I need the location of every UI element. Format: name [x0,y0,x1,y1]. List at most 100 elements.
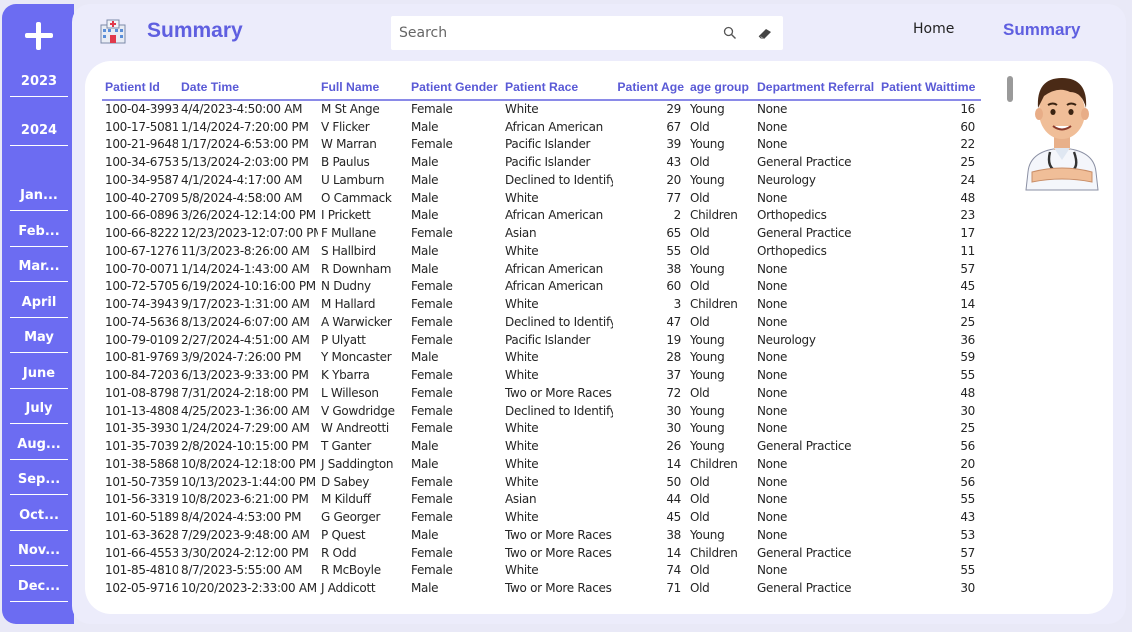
month-filter-sep[interactable]: Sep... [10,472,68,495]
table-row[interactable]: 102-05-9716 10/20/2023-2:33:00 AM J Addico… [102,579,981,597]
table-row[interactable]: 100-34-9587 4/1/2024-4:17:00 AM U Lamburn M… [102,171,981,189]
table-cell: 10/13/2023-1:44:00 PM [181,474,316,489]
table-cell: P Quest [321,527,366,542]
table-row[interactable]: 100-74-5636 8/13/2024-6:07:00 AM A Warwick… [102,313,981,331]
table-cell: General Practice [757,226,852,241]
table-row[interactable]: 101-38-5868 10/8/2024-12:18:00 PM J Saddin… [102,455,981,473]
month-filter-jan[interactable]: Jan... [10,188,68,211]
table-row[interactable]: 100-66-8222 12/23/2023-12:07:00 PM F Mulla… [102,224,981,242]
table-row[interactable]: 101-66-4553 3/30/2024-2:12:00 PM R Odd Fema… [102,544,981,562]
patient-table-container: Patient Id Date Time Full Name Patient G… [102,74,984,597]
table-cell: S Hallbird [321,243,376,258]
table-row[interactable]: 100-70-0071 1/14/2024-1:43:00 AM R Downham… [102,260,981,278]
month-filter-feb[interactable]: Feb... [10,224,68,247]
table-cell: 101-60-5189 [105,510,178,525]
table-row[interactable]: 100-04-3993 4/4/2023-4:50:00 AM M St Ange F… [102,100,981,118]
table-cell: Male [411,155,439,170]
table-row[interactable]: 100-79-0109 2/27/2024-4:51:00 AM P Ulyatt F… [102,331,981,349]
month-filter-may[interactable]: May [10,330,68,353]
table-row[interactable]: 100-17-5081 1/14/2024-7:20:00 PM V Flicker… [102,118,981,136]
month-filter-mar[interactable]: Mar... [10,259,68,282]
table-cell: Male [411,527,439,542]
column-header-age-group[interactable]: age group [687,74,754,101]
table-row[interactable]: 101-60-5189 8/4/2024-4:53:00 PM G Georger F… [102,508,981,526]
table-cell: African American [505,279,603,294]
column-header-date-time[interactable]: Date Time [178,74,318,101]
table-cell: Female [411,314,453,329]
table-row[interactable]: 100-84-7203 6/13/2023-9:33:00 PM K Ybarra F… [102,366,981,384]
table-cell: 22 [960,137,975,152]
table-row[interactable]: 100-34-6753 5/13/2024-2:03:00 PM B Paulus M… [102,153,981,171]
month-filter-june[interactable]: June [10,366,68,389]
year-filter-2024[interactable]: 2024 [10,123,68,146]
table-row[interactable]: 101-08-8798 7/31/2024-2:18:00 PM L Willeso… [102,384,981,402]
column-header-patient-age[interactable]: Patient Age [613,74,687,101]
column-header-patient-waittime[interactable]: Patient Waittime [878,74,981,101]
table-row[interactable]: 101-63-3628 7/29/2023-9:48:00 AM P Quest Ma… [102,526,981,544]
table-cell: Female [411,137,453,152]
table-cell: Male [411,581,439,596]
table-cell: 30 [960,581,975,596]
table-cell: D Sabey [321,474,370,489]
table-cell: Male [411,261,439,276]
table-row[interactable]: 101-13-4808 4/25/2023-1:36:00 AM V Gowdrid… [102,402,981,420]
column-header-department-referral[interactable]: Department Referral [754,74,878,101]
table-cell: None [757,297,788,312]
eraser-icon[interactable] [757,26,773,40]
search-icon[interactable] [723,26,737,40]
month-filter-april[interactable]: April [10,295,68,318]
table-cell: 101-85-4810 [105,563,178,578]
plus-icon[interactable] [23,20,55,52]
table-cell: 1/17/2024-6:53:00 PM [181,137,309,152]
column-header-patient-race[interactable]: Patient Race [502,74,613,101]
scrollbar-thumb[interactable] [1007,76,1013,102]
month-filter-july[interactable]: July [10,401,68,424]
table-cell: 100-79-0109 [105,332,178,347]
column-header-patient-gender[interactable]: Patient Gender [408,74,502,101]
nav-summary[interactable]: Summary [1003,20,1080,40]
table-cell: Female [411,563,453,578]
table-cell: R Downham [321,261,392,276]
table-cell: 23 [960,208,975,223]
page-title: Summary [147,19,243,42]
table-row[interactable]: 100-40-2709 5/8/2024-4:58:00 AM O Cammack M… [102,189,981,207]
table-cell: 45 [666,510,681,525]
table-row[interactable]: 101-85-4810 8/7/2023-5:55:00 AM R McBoyle F… [102,562,981,580]
table-cell: Children [690,456,738,471]
table-row[interactable]: 101-35-3930 1/24/2024-7:29:00 AM W Andreot… [102,420,981,438]
table-cell: None [757,510,788,525]
table-cell: White [505,421,539,436]
table-cell: F Mullane [321,226,376,241]
table-cell: Female [411,474,453,489]
month-filter-dec[interactable]: Dec... [10,579,68,602]
table-cell: Female [411,421,453,436]
table-header-row: Patient Id Date Time Full Name Patient G… [102,74,981,101]
nav-home[interactable]: Home [913,21,954,37]
table-cell: Young [690,261,725,276]
table-cell: 57 [960,261,975,276]
table-cell: 5/13/2024-2:03:00 PM [181,155,309,170]
month-filter-nov[interactable]: Nov... [10,543,68,566]
month-filter-oct[interactable]: Oct... [10,508,68,531]
search-input[interactable] [391,16,711,50]
table-row[interactable]: 100-21-9648 1/17/2024-6:53:00 PM W Marran F… [102,136,981,154]
column-header-patient-id[interactable]: Patient Id [102,74,178,101]
table-row[interactable]: 101-35-7039 2/8/2024-10:15:00 PM T Ganter M… [102,437,981,455]
table-cell: 30 [960,403,975,418]
year-filter-2023[interactable]: 2023 [10,74,68,97]
table-row[interactable]: 100-66-0896 3/26/2024-12:14:00 PM I Pricke… [102,207,981,225]
table-cell: Old [690,474,710,489]
table-cell: Young [690,439,725,454]
table-row[interactable]: 101-50-7359 10/13/2023-1:44:00 PM D Sabey F… [102,473,981,491]
table-cell: 5/8/2024-4:58:00 AM [181,190,303,205]
table-row[interactable]: 100-72-5705 6/19/2024-10:16:00 PM N Dudny F… [102,278,981,296]
table-row[interactable]: 100-67-1276 11/3/2023-8:26:00 AM S Hallbir… [102,242,981,260]
table-cell: 20 [666,172,681,187]
table-row[interactable]: 101-56-3319 10/8/2023-6:21:00 PM M Kilduff… [102,491,981,509]
table-row[interactable]: 100-81-9769 3/9/2024-7:26:00 PM Y Moncaste… [102,349,981,367]
table-cell: 3/30/2024-2:12:00 PM [181,545,309,560]
month-filter-aug[interactable]: Aug... [10,437,68,460]
table-cell: 11/3/2023-8:26:00 AM [181,243,310,258]
column-header-full-name[interactable]: Full Name [318,74,408,101]
table-row[interactable]: 100-74-3943 9/17/2023-1:31:00 AM M Hallard… [102,295,981,313]
